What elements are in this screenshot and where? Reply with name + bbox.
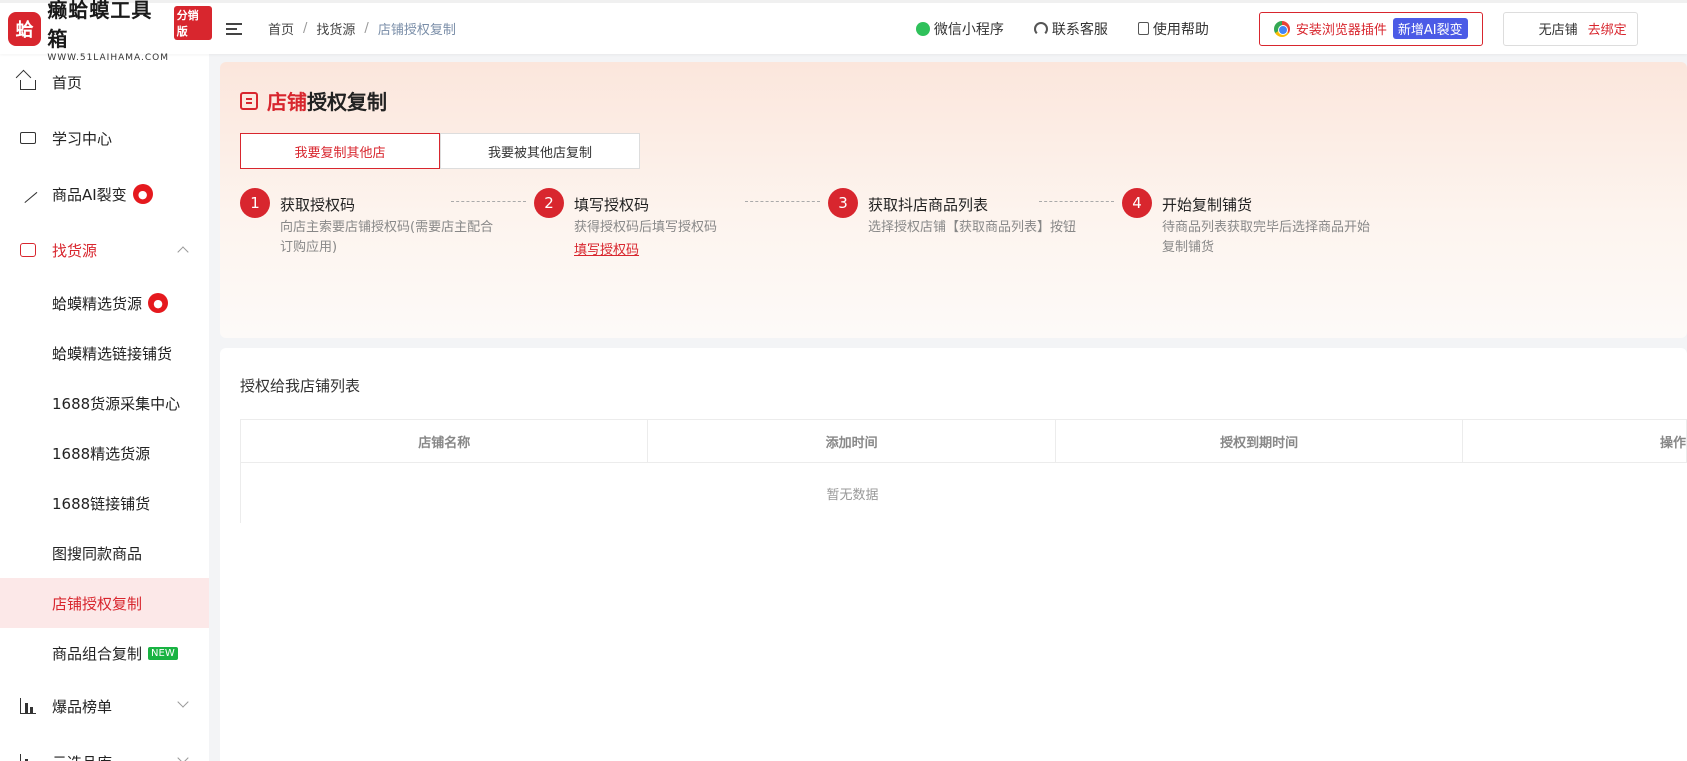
chevron-up-icon bbox=[177, 246, 189, 258]
bind-shop-link[interactable]: 去绑定 bbox=[1588, 19, 1627, 38]
column-added-time: 添加时间 bbox=[648, 420, 1056, 462]
step-connector bbox=[745, 201, 820, 202]
sidebar-item-learning[interactable]: 学习中心 bbox=[0, 110, 209, 166]
page-title: 店铺 授权复制 bbox=[240, 86, 387, 115]
help-link[interactable]: 使用帮助 bbox=[1137, 19, 1209, 39]
shop-bind-box: 无店铺 去绑定 bbox=[1502, 11, 1638, 46]
logo-edition-badge: 分销版 bbox=[173, 6, 212, 40]
sidebar-subitem-shop-auth-copy[interactable]: 店铺授权复制 bbox=[0, 578, 209, 628]
steps: 1 获取授权码 向店主索要店铺授权码(需要店主配合订购应用) 2 填写授权码 获… bbox=[240, 188, 1416, 258]
sidebar-subitem-toad-link[interactable]: 蛤蟆精选链接铺货 bbox=[0, 328, 209, 378]
fire-icon: ● bbox=[132, 184, 153, 204]
wechat-icon bbox=[915, 21, 930, 36]
logo-url: WWW.51LAIHAMA.COM bbox=[47, 53, 170, 63]
step-4: 4 开始复制铺货 待商品列表获取完毕后选择商品开始复制铺货 bbox=[1122, 188, 1416, 258]
chevron-down-icon bbox=[177, 752, 189, 761]
home-icon bbox=[20, 79, 36, 90]
sidebar-subitem-toad-selected[interactable]: 蛤蟆精选货源 ● bbox=[0, 278, 209, 328]
step-connector bbox=[451, 201, 526, 202]
shop-bind-status: 无店铺 bbox=[1538, 23, 1578, 38]
mode-tabs: 我要复制其他店 我要被其他店复制 bbox=[240, 133, 640, 169]
ai-wand-icon bbox=[18, 185, 38, 203]
authorized-shop-list-card: 授权给我店铺列表 店铺名称 添加时间 授权到期时间 操作 暂无数据 bbox=[220, 348, 1687, 761]
step-connector bbox=[1039, 201, 1114, 202]
breadcrumb-current: 店铺授权复制 bbox=[377, 23, 456, 38]
fill-auth-code-link[interactable]: 填写授权码 bbox=[574, 239, 639, 258]
ranking-icon bbox=[20, 698, 36, 714]
source-icon bbox=[20, 243, 36, 257]
ai-fission-badge: 新增AI裂变 bbox=[1392, 18, 1468, 39]
sidebar-item-find-source[interactable]: 找货源 bbox=[0, 222, 209, 278]
headset-icon bbox=[1033, 21, 1048, 36]
step-3: 3 获取抖店商品列表 选择授权店铺【获取商品列表】按钮 bbox=[828, 188, 1122, 258]
sidebar-subitem-1688-selected[interactable]: 1688精选货源 bbox=[0, 428, 209, 478]
tab-be-copied[interactable]: 我要被其他店复制 bbox=[440, 133, 640, 169]
breadcrumb: 首页 / 找货源 / 店铺授权复制 bbox=[268, 19, 456, 38]
sidebar-subitem-image-search[interactable]: 图搜同款商品 bbox=[0, 528, 209, 578]
step-2: 2 填写授权码 获得授权码后填写授权码 填写授权码 bbox=[534, 188, 828, 258]
tab-copy-other-shop[interactable]: 我要复制其他店 bbox=[240, 133, 440, 169]
breadcrumb-home[interactable]: 首页 bbox=[268, 19, 294, 38]
main-content: 店铺 授权复制 我要复制其他店 我要被其他店复制 1 获取授权码 向店主索要店铺授… bbox=[220, 62, 1687, 761]
table-header: 店铺名称 添加时间 授权到期时间 操作 bbox=[240, 419, 1687, 463]
sidebar-subitem-combo-copy[interactable]: 商品组合复制 NEW bbox=[0, 628, 209, 678]
sidebar-subitem-1688-collect[interactable]: 1688货源采集中心 bbox=[0, 378, 209, 428]
table-empty-state: 暂无数据 bbox=[240, 463, 1464, 523]
sidebar-subitem-1688-link[interactable]: 1688链接铺货 bbox=[0, 478, 209, 528]
cloud-library-icon bbox=[20, 754, 36, 761]
chrome-icon bbox=[1273, 20, 1290, 37]
auth-steps-card: 店铺 授权复制 我要复制其他店 我要被其他店复制 1 获取授权码 向店主索要店铺授… bbox=[220, 62, 1687, 338]
mini-program-link[interactable]: 微信小程序 bbox=[915, 19, 1004, 39]
fire-icon: ● bbox=[148, 293, 169, 313]
column-expire-time: 授权到期时间 bbox=[1056, 420, 1464, 462]
top-header: 蛤 癞蛤蟆工具箱 分销版 WWW.51LAIHAMA.COM 首页 / 找货源 … bbox=[0, 0, 1687, 63]
sidebar-item-ranking[interactable]: 爆品榜单 bbox=[0, 678, 209, 734]
sidebar: 首页 学习中心 商品AI裂变 ● 找货源 蛤蟆精选货源 ● 蛤蟆精选链接铺货 1… bbox=[0, 54, 209, 761]
step-1: 1 获取授权码 向店主索要店铺授权码(需要店主配合订购应用) bbox=[240, 188, 534, 258]
shop-table: 店铺名称 添加时间 授权到期时间 操作 暂无数据 bbox=[240, 419, 1687, 523]
column-shop-name: 店铺名称 bbox=[241, 420, 649, 462]
logo-title: 癞蛤蟆工具箱 bbox=[47, 0, 153, 51]
sidebar-item-ai-fission[interactable]: 商品AI裂变 ● bbox=[0, 166, 209, 222]
toad-logo-icon: 蛤 bbox=[8, 11, 42, 46]
install-extension-button[interactable]: 安装浏览器插件 新增AI裂变 bbox=[1258, 11, 1483, 46]
new-badge: NEW bbox=[148, 646, 178, 660]
copy-icon bbox=[240, 91, 258, 110]
document-icon bbox=[1137, 22, 1149, 35]
book-icon bbox=[20, 132, 36, 144]
list-title: 授权给我店铺列表 bbox=[240, 377, 361, 395]
chevron-down-icon bbox=[177, 696, 189, 708]
sidebar-item-cloud-library[interactable]: 云选品库 bbox=[0, 734, 209, 761]
breadcrumb-find-source[interactable]: 找货源 bbox=[316, 19, 355, 38]
logo[interactable]: 蛤 癞蛤蟆工具箱 分销版 WWW.51LAIHAMA.COM bbox=[0, 0, 212, 63]
menu-collapse-icon[interactable] bbox=[226, 18, 248, 40]
customer-service-link[interactable]: 联系客服 bbox=[1033, 19, 1108, 39]
column-actions: 操作 bbox=[1659, 435, 1686, 451]
